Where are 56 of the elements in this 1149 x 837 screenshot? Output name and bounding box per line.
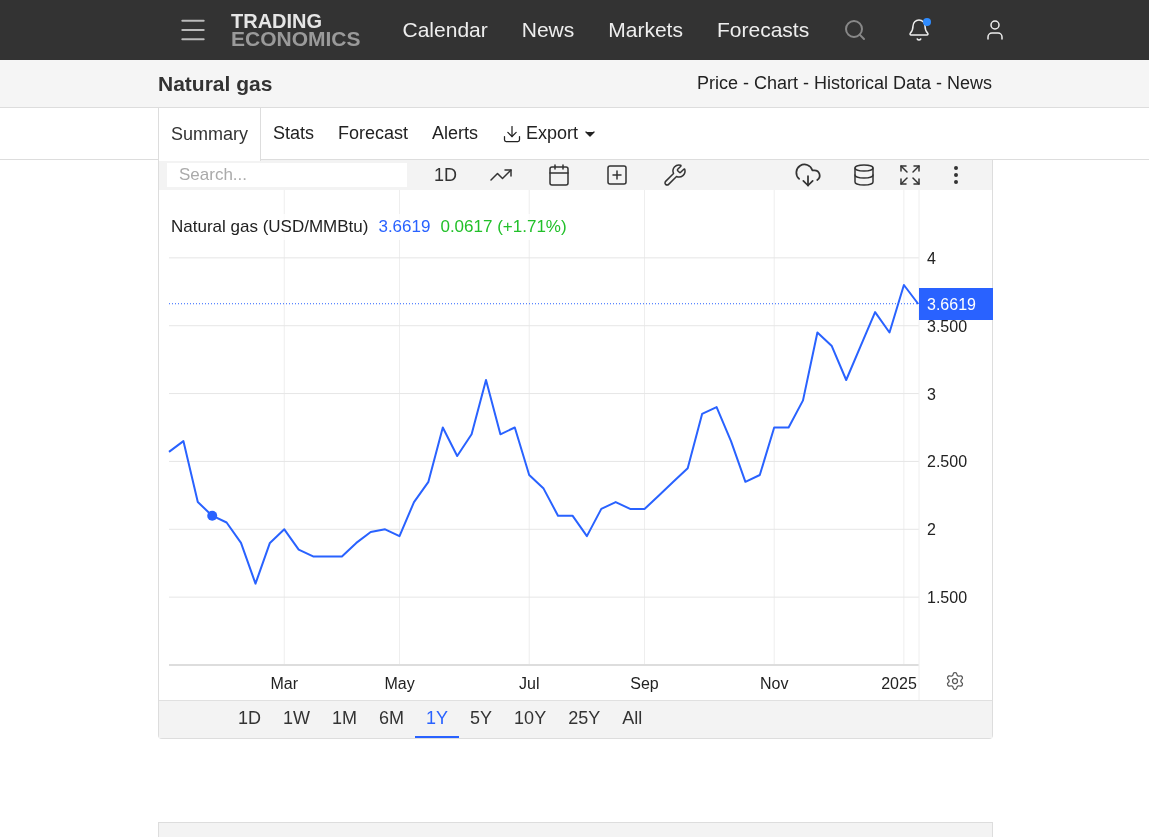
page-link[interactable]: Price bbox=[696, 70, 738, 97]
range-tab[interactable]: 10Y bbox=[503, 701, 558, 738]
logo[interactable]: TRADING ECONOMICS bbox=[231, 12, 361, 48]
legend-price: 3.6619 bbox=[378, 216, 431, 238]
page-title: Natural gas bbox=[158, 70, 273, 97]
tab[interactable]: Summary bbox=[158, 108, 261, 161]
axis-label: 3.500 bbox=[927, 317, 968, 335]
range-tab[interactable]: 1W bbox=[272, 701, 321, 738]
nav-link[interactable]: Calendar bbox=[402, 14, 488, 46]
cloud-download-icon[interactable] bbox=[794, 161, 822, 189]
search-icon[interactable] bbox=[843, 18, 868, 42]
axis-label: Nov bbox=[759, 675, 789, 692]
nav-link[interactable]: Forecasts bbox=[716, 14, 810, 46]
download-icon bbox=[502, 123, 523, 144]
calendar-icon[interactable] bbox=[547, 163, 571, 187]
expand-icon[interactable] bbox=[898, 163, 922, 187]
legend-change: 0.0617 (+1.71%) bbox=[440, 216, 567, 238]
range-tab[interactable]: 25Y bbox=[557, 701, 612, 738]
separator: - bbox=[802, 72, 809, 95]
nav-link[interactable]: News bbox=[521, 14, 575, 46]
database-icon[interactable] bbox=[852, 163, 876, 187]
marker-dot bbox=[207, 510, 218, 521]
axis-label: Mar bbox=[270, 675, 299, 692]
tab[interactable]: Alerts bbox=[420, 108, 491, 159]
wrench-icon[interactable] bbox=[663, 163, 687, 187]
range-tab[interactable]: 6M bbox=[368, 701, 416, 738]
page-link[interactable]: News bbox=[947, 70, 992, 97]
range-tab[interactable]: 1D bbox=[227, 701, 272, 738]
axis-label: 2 bbox=[927, 521, 936, 539]
range-tab[interactable]: 1M bbox=[321, 701, 369, 738]
page-link[interactable]: Chart bbox=[753, 70, 798, 97]
page-link[interactable]: Historical Data bbox=[813, 70, 931, 97]
settings-icon[interactable] bbox=[945, 671, 965, 691]
range-tab[interactable]: 1Y bbox=[415, 701, 460, 738]
tab[interactable]: Forecast bbox=[326, 108, 421, 159]
interval-button[interactable]: 1D bbox=[434, 161, 457, 189]
axis-label: May bbox=[384, 675, 415, 692]
axis-label: 4 bbox=[927, 249, 936, 267]
axis-label: Jul bbox=[519, 675, 540, 692]
range-tab[interactable]: 5Y bbox=[459, 701, 504, 738]
search-field[interactable]: Search... bbox=[167, 163, 407, 187]
axis-label: 2.500 bbox=[927, 453, 968, 471]
tab[interactable]: Stats bbox=[261, 108, 327, 159]
separator: - bbox=[742, 72, 749, 95]
axis-label: 2025 bbox=[881, 675, 917, 692]
legend-name: Natural gas (USD/MMBtu) bbox=[171, 216, 369, 238]
axis-label: Sep bbox=[630, 675, 659, 692]
axis-label: 3 bbox=[927, 385, 936, 403]
price-tag: 3.6619 bbox=[919, 288, 993, 320]
tab[interactable]: Export bbox=[490, 108, 611, 159]
add-icon[interactable] bbox=[605, 163, 629, 187]
range-tab[interactable]: All bbox=[611, 701, 654, 738]
nav-link[interactable]: Markets bbox=[608, 14, 683, 46]
separator: - bbox=[936, 72, 942, 95]
axis-label: 1.500 bbox=[927, 589, 968, 607]
notification-icon[interactable] bbox=[907, 18, 932, 42]
